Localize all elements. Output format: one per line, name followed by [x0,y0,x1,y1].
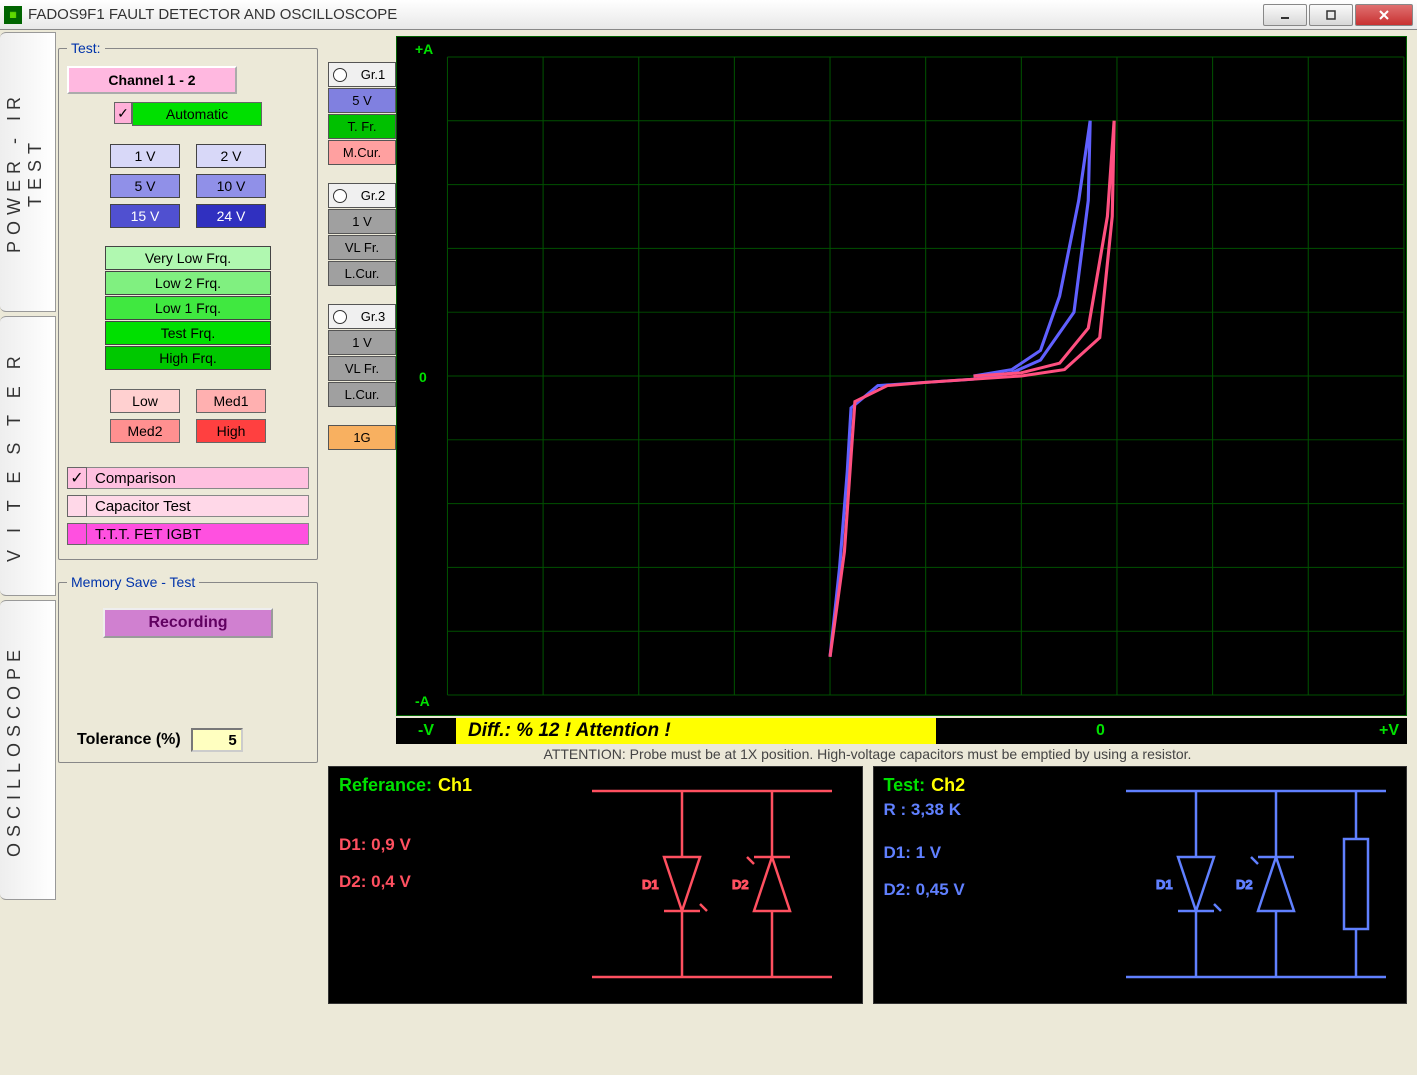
ttt-label[interactable]: T.T.T. FET IGBT [87,523,309,545]
test-fieldset: Test: Channel 1 - 2 ✓ Automatic 1 V 2 V … [58,40,318,560]
current-med1-button[interactable]: Med1 [196,389,266,413]
current-med2-button[interactable]: Med2 [110,419,180,443]
axis-neg-v: -V [396,718,456,744]
tolerance-label: Tolerance (%) [77,731,181,749]
axis-pos-v: +V [1357,718,1407,744]
group-count[interactable]: 1G [328,425,396,450]
group-controls: Gr.1 5 V T. Fr. M.Cur. Gr.2 1 V VL Fr. L… [328,36,396,744]
freq-high-button[interactable]: High Frq. [105,346,271,370]
group2-radio[interactable]: Gr.2 [328,183,396,208]
volt-10v-button[interactable]: 10 V [196,174,266,198]
axis-zero-y: 0 [419,369,427,385]
group3-cur[interactable]: L.Cur. [328,382,396,407]
tab-power-ir-test[interactable]: POWER - IR TEST [0,32,56,312]
capacitor-label[interactable]: Capacitor Test [87,495,309,517]
group2-volt[interactable]: 1 V [328,209,396,234]
volt-5v-button[interactable]: 5 V [110,174,180,198]
automatic-button[interactable]: Automatic [132,102,262,126]
title-bar: ▦ FADOS9F1 FAULT DETECTOR AND OSCILLOSCO… [0,0,1417,30]
group2-freq[interactable]: VL Fr. [328,235,396,260]
comparison-checkbox[interactable]: ✓ [67,467,87,489]
reference-panel: Referance:Ch1 D1: 0,9 V D2: 0,4 V D1 D2 [328,766,863,1004]
freq-test-button[interactable]: Test Frq. [105,321,271,345]
maximize-button[interactable] [1309,4,1353,26]
freq-low1-button[interactable]: Low 1 Frq. [105,296,271,320]
group2-cur[interactable]: L.Cur. [328,261,396,286]
comparison-label[interactable]: Comparison [87,467,309,489]
svg-text:D1: D1 [1156,877,1173,892]
volt-15v-button[interactable]: 15 V [110,204,180,228]
tab-oscilloscope[interactable]: OSCILLOSCOPE [0,600,56,900]
volt-1v-button[interactable]: 1 V [110,144,180,168]
group1-volt[interactable]: 5 V [328,88,396,113]
group3-freq[interactable]: VL Fr. [328,356,396,381]
freq-low2-button[interactable]: Low 2 Frq. [105,271,271,295]
minimize-button[interactable] [1263,4,1307,26]
svg-text:D2: D2 [732,877,749,892]
axis-zero-x: 0 [1096,722,1105,740]
ttt-checkbox[interactable] [67,523,87,545]
freq-very-low-button[interactable]: Very Low Frq. [105,246,271,270]
memory-legend: Memory Save - Test [67,574,199,590]
svg-text:D1: D1 [642,877,659,892]
volt-24v-button[interactable]: 24 V [196,204,266,228]
svg-text:D2: D2 [1236,877,1253,892]
close-button[interactable] [1355,4,1413,26]
group1-cur[interactable]: M.Cur. [328,140,396,165]
tab-vi-tester[interactable]: V I T E S T E R [0,316,56,596]
scope-display: +A -A 0 [396,36,1407,716]
current-high-button[interactable]: High [196,419,266,443]
reference-circuit-icon: D1 D2 [572,779,852,989]
memory-fieldset: Memory Save - Test Recording Tolerance (… [58,574,318,763]
group1-radio[interactable]: Gr.1 [328,62,396,87]
test-header: Test: [884,775,926,795]
tolerance-input[interactable] [191,728,243,752]
test-circuit-icon: D1 D2 [1116,779,1396,989]
group3-volt[interactable]: 1 V [328,330,396,355]
test-legend: Test: [67,40,105,56]
current-low-button[interactable]: Low [110,389,180,413]
warning-text: ATTENTION: Probe must be at 1X position.… [328,744,1407,766]
test-channel: Ch2 [931,775,965,795]
capacitor-checkbox[interactable] [67,495,87,517]
diff-message: Diff.: % 12 ! Attention ! [456,718,936,744]
app-icon: ▦ [4,6,22,24]
window-title: FADOS9F1 FAULT DETECTOR AND OSCILLOSCOPE [28,6,397,23]
vertical-tabs: POWER - IR TEST V I T E S T E R OSCILLOS… [0,30,56,1073]
reference-channel: Ch1 [438,775,472,795]
channel-button[interactable]: Channel 1 - 2 [67,66,237,94]
reference-header: Referance: [339,775,432,795]
axis-neg-a: -A [415,693,430,709]
recording-button[interactable]: Recording [103,608,273,638]
axis-pos-a: +A [415,41,433,57]
test-panel: Test:Ch2 R : 3,38 K D1: 1 V D2: 0,45 V D… [873,766,1408,1004]
group3-radio[interactable]: Gr.3 [328,304,396,329]
automatic-checkbox[interactable]: ✓ [114,102,132,124]
group1-freq[interactable]: T. Fr. [328,114,396,139]
volt-2v-button[interactable]: 2 V [196,144,266,168]
diff-bar: -V Diff.: % 12 ! Attention ! 0 +V [396,718,1407,744]
